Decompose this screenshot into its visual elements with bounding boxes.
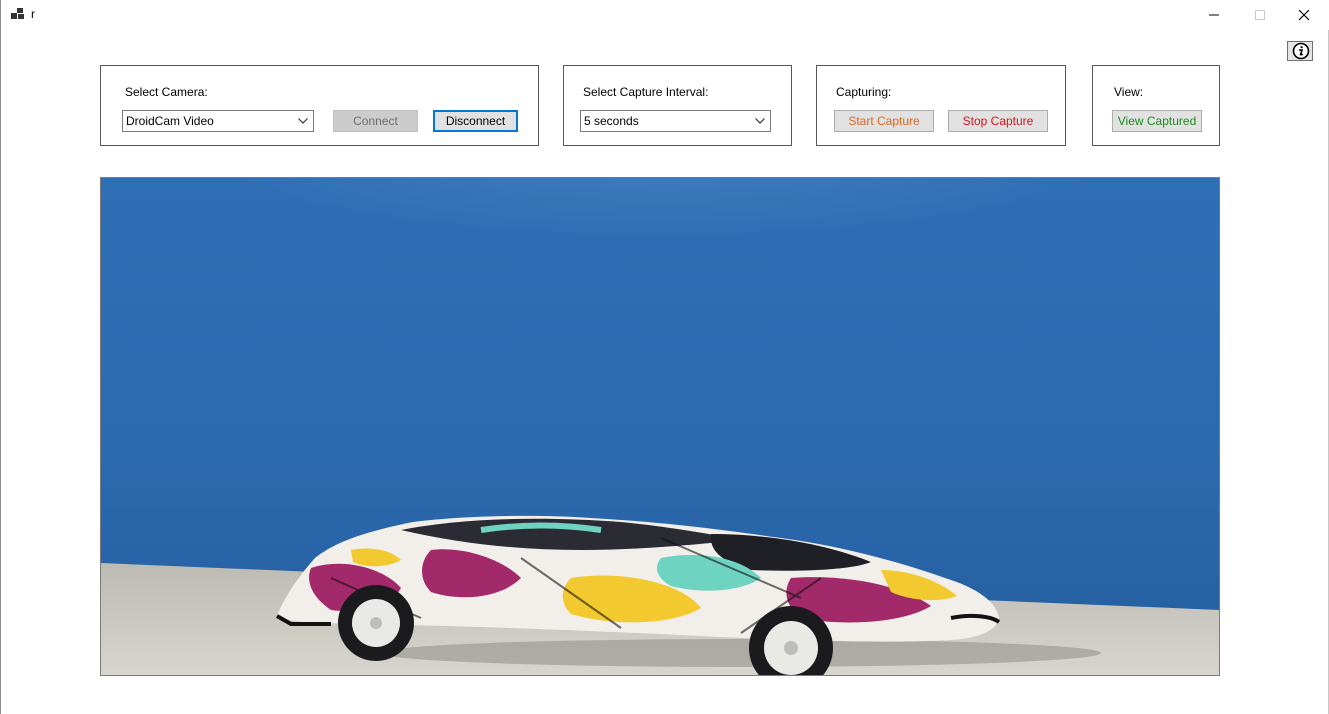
view-label: View:	[1114, 85, 1144, 99]
view-captured-button[interactable]: View Captured	[1112, 110, 1202, 132]
capture-label: Capturing:	[836, 85, 892, 99]
interval-select-value: 5 seconds	[584, 114, 639, 128]
chevron-down-icon	[755, 118, 765, 124]
connect-button[interactable]: Connect	[333, 110, 418, 132]
title-bar: r	[1, 0, 1329, 30]
capture-group: Capturing: Start Capture Stop Capture	[816, 65, 1066, 146]
minimize-icon	[1209, 14, 1219, 16]
info-icon	[1292, 42, 1310, 60]
minimize-button[interactable]	[1191, 0, 1237, 30]
maximize-button[interactable]	[1237, 0, 1283, 30]
disconnect-button[interactable]: Disconnect	[433, 110, 518, 132]
window-title: r	[31, 7, 35, 21]
camera-group: Select Camera: DroidCam Video Connect Di…	[100, 65, 539, 146]
close-button[interactable]	[1281, 0, 1327, 30]
interval-group: Select Capture Interval: 5 seconds	[563, 65, 792, 146]
camera-preview	[100, 177, 1220, 676]
camera-label: Select Camera:	[125, 85, 208, 99]
info-button[interactable]	[1287, 41, 1313, 61]
app-icon[interactable]	[11, 8, 25, 20]
start-capture-button[interactable]: Start Capture	[834, 110, 934, 132]
view-group: View: View Captured	[1092, 65, 1220, 146]
chevron-down-icon	[298, 118, 308, 124]
maximize-icon	[1255, 10, 1265, 20]
stop-capture-button[interactable]: Stop Capture	[948, 110, 1048, 132]
camera-frame-image	[101, 178, 1219, 675]
interval-label: Select Capture Interval:	[583, 85, 709, 99]
close-icon	[1298, 9, 1310, 21]
camera-select-value: DroidCam Video	[126, 114, 214, 128]
app-window: r Select Camera: DroidCam Video Connect …	[0, 0, 1329, 714]
camera-select[interactable]: DroidCam Video	[122, 110, 314, 132]
interval-select[interactable]: 5 seconds	[580, 110, 771, 132]
